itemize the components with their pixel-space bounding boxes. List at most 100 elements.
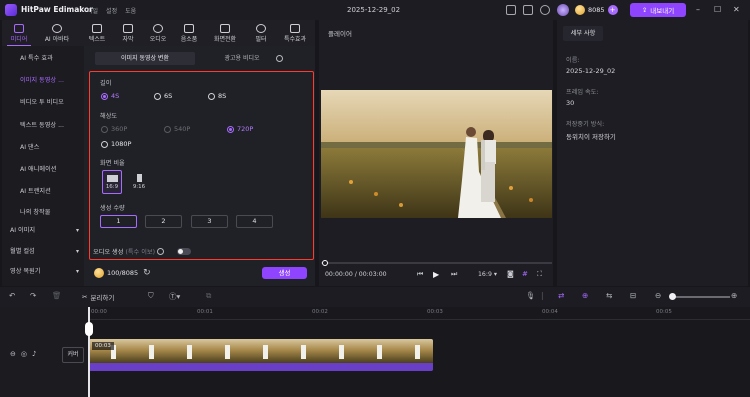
mic-icon[interactable]: 🎙 — [526, 291, 536, 300]
ratio-option-9-16[interactable]: 9:16 — [129, 170, 149, 194]
sticker-icon — [184, 24, 194, 33]
sidebar-item-text-to-video[interactable]: 텍스트 동영상 ... — [2, 119, 84, 133]
progress-bar[interactable] — [321, 262, 552, 264]
radio-icon — [101, 92, 108, 100]
sidebar-item-video-to-video[interactable]: 비디오 투 비디오 — [2, 96, 84, 110]
volume-icon[interactable]: ♪ — [32, 350, 41, 358]
text-tool-icon[interactable]: Ⓣ▾ — [169, 291, 180, 302]
sidebar-group-ai-image[interactable]: AI 이미지 ▾ — [2, 224, 84, 238]
redo-icon[interactable]: ↷ — [30, 291, 36, 300]
sidebar-group-restore[interactable]: 영상 복원기 ▾ — [2, 265, 84, 279]
sidebar-item-ai-transition[interactable]: AI 트랜지션 — [2, 185, 84, 199]
count-option-2[interactable]: 2 — [145, 215, 182, 228]
resolution-option-1080p[interactable]: 1080P — [101, 140, 131, 148]
zoom-slider-handle[interactable] — [669, 293, 676, 300]
crop-icon[interactable]: ⧉ — [206, 291, 211, 301]
sidebar-item-ai-animation[interactable]: AI 애니메이션 — [2, 163, 84, 177]
playhead-handle[interactable] — [85, 322, 93, 336]
calendar-icon[interactable] — [523, 5, 533, 15]
tab-text[interactable]: 텍스트 — [82, 22, 112, 46]
playhead[interactable] — [88, 307, 90, 397]
count-option-4[interactable]: 4 — [236, 215, 273, 228]
zoom-out-icon[interactable]: ⊖ — [655, 291, 661, 300]
length-option-8s[interactable]: 8S — [208, 92, 226, 100]
audio-toggle[interactable] — [177, 248, 191, 255]
generate-button[interactable]: 생성 — [262, 267, 307, 279]
length-option-4s[interactable]: 4S — [101, 92, 119, 100]
tab-ai-avatar[interactable]: AI 아바타 — [38, 22, 76, 46]
menu-help[interactable]: 도움 — [125, 6, 136, 15]
progress-handle[interactable] — [322, 260, 328, 266]
export-button[interactable]: ⇪ 내보내기 — [630, 3, 686, 17]
count-option-3[interactable]: 3 — [191, 215, 228, 228]
play-icon[interactable]: ▶ — [433, 270, 439, 279]
clip-duration: 00:03 — [92, 342, 114, 350]
link-icon[interactable]: ⇄ — [558, 291, 564, 300]
credit-cost-value: 100/8085 — [107, 269, 139, 277]
sidebar-group-monthly[interactable]: 월별 컬섬 ▾ — [2, 245, 84, 259]
grid-icon[interactable]: # — [522, 270, 528, 278]
tab-ad-video[interactable]: 광고용 비디오 — [207, 52, 277, 65]
tab-media[interactable]: 미디어 — [4, 22, 34, 46]
tab-subtitle[interactable]: 자막 — [113, 22, 143, 46]
video-preview[interactable] — [321, 90, 552, 218]
tab-transition[interactable]: 화면전환 — [207, 22, 243, 46]
info-icon[interactable] — [276, 55, 283, 62]
tab-ai-avatar-label: AI 아바타 — [44, 36, 70, 43]
info-icon[interactable] — [157, 248, 165, 255]
tab-effects-label: 특수효과 — [283, 36, 307, 43]
snapshot-icon[interactable]: ◙ — [507, 270, 514, 278]
eye-icon[interactable]: ◎ — [21, 350, 32, 358]
fullscreen-icon[interactable]: ⛶ — [537, 270, 542, 279]
avatar[interactable] — [557, 4, 569, 16]
fit-icon[interactable]: ⊟ — [630, 291, 636, 300]
tab-filter[interactable]: 필터 — [246, 22, 276, 46]
shield-icon[interactable]: ⛉ — [148, 291, 154, 301]
ratio-option-16-9[interactable]: 16:9 — [102, 170, 122, 194]
message-icon[interactable] — [540, 5, 550, 15]
tab-details[interactable]: 세부 사항 — [563, 26, 603, 41]
maximize-icon[interactable]: ☐ — [714, 5, 721, 14]
undo-icon[interactable]: ↶ — [9, 291, 15, 300]
sidebar-item-my-creations[interactable]: 나의 창작물 — [2, 206, 84, 220]
video-clip[interactable] — [89, 339, 433, 371]
count-option-1[interactable]: 1 — [100, 215, 137, 228]
sidebar-item-ai-dance[interactable]: AI 댄스 — [2, 141, 84, 155]
menu-settings[interactable]: 설정 — [106, 6, 117, 15]
add-credits-icon[interactable]: + — [607, 5, 618, 15]
tab-sticker-label: 음소품 — [180, 36, 198, 43]
radio-icon — [154, 92, 161, 100]
close-icon[interactable]: ✕ — [733, 5, 740, 14]
track-controls[interactable]: ⊖◎♪ — [10, 350, 41, 358]
aspect-dropdown[interactable]: 16:9 ▾ — [478, 271, 497, 278]
sidebar-item-ai-effects[interactable]: AI 특수 효과 — [2, 52, 84, 66]
lock-icon[interactable]: ⊖ — [10, 350, 21, 358]
sidebar-group-restore-label: 영상 복원기 — [10, 268, 41, 275]
credit-cost: 100/8085 ↻ — [94, 268, 151, 278]
feedback-icon[interactable] — [506, 5, 516, 15]
sidebar-item-image-to-video[interactable]: 이미지 동영상 ... — [2, 74, 84, 88]
scissors-icon: ✂ — [82, 293, 88, 301]
zoom-in-icon[interactable]: ⊕ — [731, 291, 737, 300]
magnet-icon[interactable]: ⊕ — [582, 291, 588, 300]
resolution-option-720p[interactable]: 720P — [227, 125, 253, 133]
tab-audio[interactable]: 오디오 — [143, 22, 173, 46]
delete-icon[interactable]: 🗑 — [52, 291, 62, 300]
minimize-icon[interactable]: – — [696, 5, 700, 14]
next-frame-icon[interactable]: ⏭ — [451, 270, 457, 279]
menu-file[interactable]: 파일 — [87, 6, 98, 15]
refresh-icon[interactable]: ↻ — [143, 268, 151, 278]
prev-frame-icon[interactable]: ⏮ — [417, 270, 423, 279]
snap-icon[interactable]: ⇆ — [606, 291, 612, 300]
tab-sticker[interactable]: 음소품 — [174, 22, 204, 46]
tab-image-to-video[interactable]: 이미지 동영상 변환 — [95, 52, 195, 65]
zoom-slider[interactable] — [670, 296, 730, 298]
ruler-tick: 00:01 — [197, 309, 213, 315]
split-button[interactable]: ✂ 분리하기 — [82, 292, 114, 302]
resolution-option-label: 1080P — [111, 140, 132, 148]
tab-effects[interactable]: 특수효과 — [277, 22, 313, 46]
credits-badge[interactable]: 8085 + — [575, 4, 618, 16]
length-option-6s[interactable]: 6S — [154, 92, 172, 100]
cover-button[interactable]: 커버 — [62, 347, 84, 363]
resolution-label: 해상도 — [100, 113, 118, 120]
